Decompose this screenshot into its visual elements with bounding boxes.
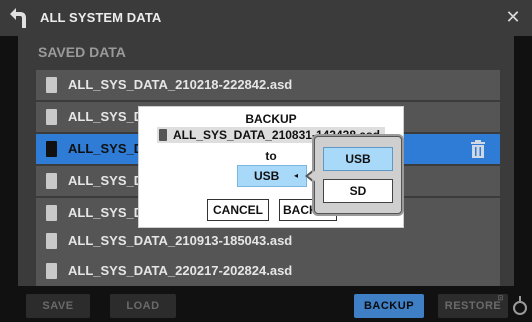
option-sd[interactable]: SD [323, 179, 393, 203]
back-arrow-icon[interactable] [6, 4, 30, 30]
option-usb[interactable]: USB [323, 147, 393, 171]
backup-button[interactable]: BACKUP [354, 294, 424, 318]
trash-icon[interactable] [470, 140, 486, 158]
file-name: ALL_SYS_DATA_210913-185043.asd [68, 233, 293, 248]
load-button[interactable]: LOAD [110, 294, 176, 318]
title-bar: ALL SYSTEM DATA ✕ [0, 0, 532, 36]
file-name: ALL_SYS_DATA_220217-202824.asd [68, 263, 293, 278]
file-name: ALL_SYS_DATA_210218-222842.asd [68, 77, 293, 92]
file-icon [46, 173, 57, 189]
cancel-button[interactable]: CANCEL [207, 199, 269, 221]
file-icon [46, 141, 57, 157]
page-title: ALL SYSTEM DATA [40, 10, 162, 25]
caret-left-icon: ◂ [294, 171, 299, 180]
dialog-title: BACKUP [245, 112, 297, 126]
restore-label: RESTORE [444, 300, 502, 312]
section-title: SAVED DATA [38, 44, 126, 60]
file-icon [46, 109, 57, 125]
dropdown-pointer-fill [308, 170, 316, 182]
file-row[interactable]: ALL_SYS_DATA_210218-222842.asd [36, 70, 500, 100]
file-row[interactable]: ALL_SYS_DATA_220217-202824.asd [36, 256, 500, 286]
restore-mark-icon: ⊡ [497, 295, 504, 302]
restore-button[interactable]: RESTORE ⊡ [438, 294, 508, 318]
knob-icon [512, 293, 528, 319]
close-icon[interactable]: ✕ [502, 6, 524, 28]
destination-dropdown: USB SD [314, 136, 402, 214]
file-icon [46, 77, 57, 93]
file-icon [159, 129, 167, 141]
file-icon [46, 263, 57, 279]
destination-select[interactable]: USB ◂ [237, 165, 307, 187]
file-icon [46, 233, 57, 249]
destination-value: USB [254, 169, 280, 183]
file-row[interactable]: ALL_SYS_DATA_210913-185043.asd [36, 226, 500, 256]
file-icon [46, 205, 57, 221]
screen: ALL SYSTEM DATA ✕ SAVED DATA ALL_SYS_DAT… [0, 0, 532, 322]
save-button[interactable]: SAVE [26, 294, 90, 318]
